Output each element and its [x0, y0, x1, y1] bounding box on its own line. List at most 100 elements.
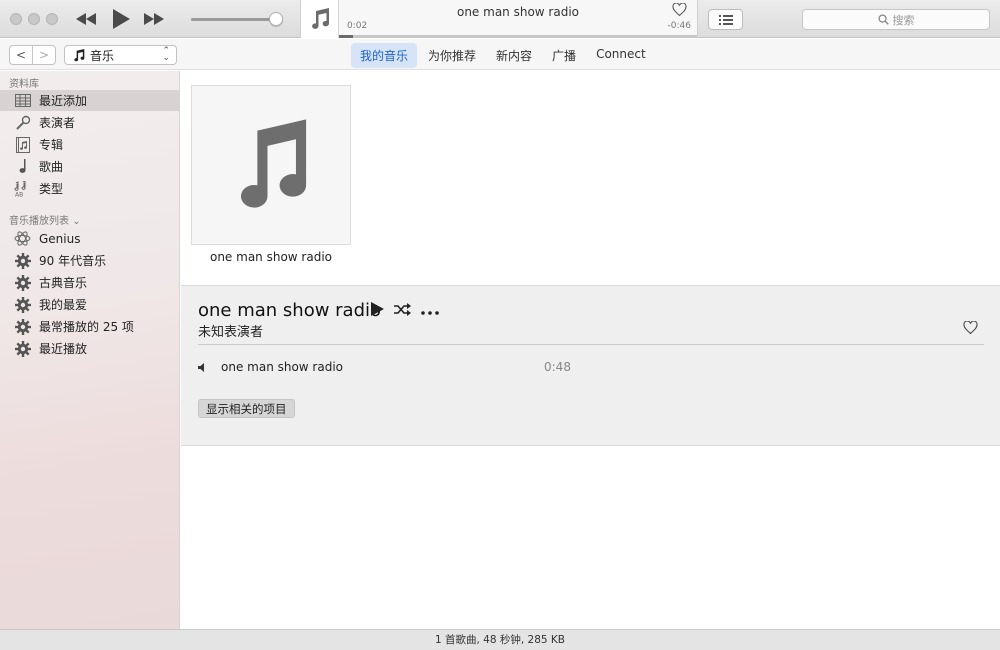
album-caption[interactable]: one man show radio [191, 250, 351, 264]
table-row[interactable]: one man show radio 0:48 [198, 359, 578, 375]
volume-slider[interactable] [191, 18, 276, 21]
list-icon [718, 14, 733, 25]
sidebar-item-label: 类型 [39, 182, 64, 196]
sidebar-item-label: 最常播放的 25 项 [39, 320, 134, 334]
sidebar-item-classical-music[interactable]: 古典音乐 [0, 272, 180, 293]
play-icon [371, 302, 384, 316]
love-button[interactable] [672, 2, 687, 19]
album-detail-title: one man show radio [198, 300, 382, 321]
sidebar-item-label: 古典音乐 [39, 276, 88, 290]
next-track-button[interactable] [142, 9, 166, 29]
search-icon [877, 14, 889, 25]
up-next-button[interactable] [708, 9, 743, 30]
media-type-select[interactable]: 音乐 ⌃ ⌄ [64, 45, 177, 65]
recently-added-icon [14, 92, 31, 109]
smart-playlist-gear-icon [14, 340, 31, 357]
minimize-window-button[interactable] [28, 13, 40, 25]
tab-radio[interactable]: 广播 [543, 43, 585, 68]
microphone-icon [14, 114, 31, 131]
playback-progress-fill [339, 35, 354, 38]
tab-connect[interactable]: Connect [587, 43, 655, 68]
play-button[interactable] [110, 9, 132, 29]
sidebar-item-label: 我的最爱 [39, 298, 88, 312]
love-album-button[interactable] [963, 320, 978, 337]
media-type-label: 音乐 [90, 48, 115, 63]
sidebar-item-label: 90 年代音乐 [39, 254, 107, 268]
chevron-down-icon: ⌄ [72, 216, 81, 227]
track-duration: 0:48 [544, 360, 571, 374]
forward-button[interactable]: > [32, 46, 55, 64]
sidebar-item-genres[interactable]: AB 类型 [0, 178, 180, 199]
tab-new[interactable]: 新内容 [487, 43, 541, 68]
music-note-icon [14, 158, 31, 175]
play-album-button[interactable] [371, 302, 384, 319]
status-bar: 1 首歌曲, 48 秒钟, 285 KB [0, 629, 1000, 650]
sidebar-item-recently-added[interactable]: 最近添加 [0, 90, 180, 111]
close-window-button[interactable] [10, 13, 22, 25]
sidebar-item-label: 最近添加 [39, 94, 88, 108]
volume-slider-knob[interactable] [269, 12, 283, 26]
sidebar-item-label: 最近播放 [39, 342, 88, 356]
playlists-heading-label: 音乐播放列表 [9, 216, 69, 227]
now-playing-artwork[interactable] [301, 0, 339, 38]
album-artwork[interactable] [191, 85, 351, 245]
rewind-icon [76, 13, 96, 25]
fast-forward-icon [144, 13, 164, 25]
library-tabs: 我的音乐 为你推荐 新内容 广播 Connect [351, 43, 657, 68]
tab-my-music[interactable]: 我的音乐 [351, 43, 418, 68]
shuffle-button[interactable] [394, 302, 411, 319]
more-options-button[interactable] [421, 304, 439, 318]
zoom-window-button[interactable] [46, 13, 58, 25]
smart-playlist-gear-icon [14, 296, 31, 313]
updown-chevron-icon: ⌃ ⌄ [162, 46, 170, 63]
history-navigation: < > [9, 45, 56, 65]
smart-playlist-gear-icon [14, 252, 31, 269]
sidebar-item-songs[interactable]: 歌曲 [0, 156, 180, 177]
speaker-icon [198, 362, 204, 372]
album-detail-controls [371, 302, 439, 319]
search-placeholder: 搜索 [892, 13, 915, 27]
elapsed-time: 0:02 [347, 21, 368, 31]
music-note-icon [311, 8, 329, 29]
music-note-icon [240, 119, 307, 208]
heart-icon [672, 2, 687, 17]
main-content: one man show radio one man show radio 未知… [181, 71, 1000, 629]
playlists-heading[interactable]: 音乐播放列表 ⌄ [9, 212, 81, 227]
previous-track-button[interactable] [74, 9, 98, 29]
sidebar-item-artists[interactable]: 表演者 [0, 112, 180, 133]
smart-playlist-gear-icon [14, 274, 31, 291]
sidebar-item-genius[interactable]: Genius [0, 228, 180, 249]
track-name: one man show radio [221, 360, 344, 374]
sidebar-item-my-top-rated[interactable]: 我的最爱 [0, 294, 180, 315]
sidebar-item-top-25-most-played[interactable]: 最常播放的 25 项 [0, 316, 180, 337]
genius-icon [14, 230, 31, 247]
navigation-bar: < > 音乐 ⌃ ⌄ 我的音乐 为你推荐 新内容 广播 Connect [0, 39, 1000, 70]
show-related-button[interactable]: 显示相关的项目 [198, 399, 295, 418]
sidebar-item-90s-music[interactable]: 90 年代音乐 [0, 250, 180, 271]
sidebar-item-recently-played[interactable]: 最近播放 [0, 338, 180, 359]
search-input[interactable]: 搜索 [802, 9, 990, 30]
divider [198, 344, 984, 345]
svg-text:AB: AB [15, 191, 23, 197]
sidebar: 资料库 最近添加 表演者 专辑 歌曲 AB 类型 音乐播放列表 ⌄ Genius… [0, 71, 180, 629]
back-button[interactable]: < [10, 46, 32, 64]
playback-progress-bar[interactable] [339, 35, 697, 38]
tab-for-you[interactable]: 为你推荐 [419, 43, 485, 68]
album-detail-panel: one man show radio 未知表演者 one man show ra… [181, 285, 1000, 446]
now-playing-display: one man show radio 0:02 -0:46 [300, 0, 698, 38]
genre-icon: AB [14, 180, 31, 197]
sidebar-item-label: 专辑 [39, 138, 64, 152]
music-note-icon [74, 48, 85, 61]
ellipsis-icon [421, 310, 439, 315]
library-heading: 资料库 [9, 79, 39, 90]
now-playing-title: one man show radio [456, 5, 579, 19]
player-toolbar: one man show radio 0:02 -0:46 搜索 [0, 0, 1000, 38]
sidebar-item-label: 歌曲 [39, 160, 64, 174]
smart-playlist-gear-icon [14, 318, 31, 335]
sidebar-item-label: 表演者 [39, 116, 76, 130]
remaining-time: -0:46 [667, 21, 691, 31]
sidebar-item-albums[interactable]: 专辑 [0, 134, 180, 155]
album-detail-artist[interactable]: 未知表演者 [198, 321, 263, 340]
sidebar-item-label: Genius [39, 231, 81, 246]
play-icon [113, 9, 130, 29]
